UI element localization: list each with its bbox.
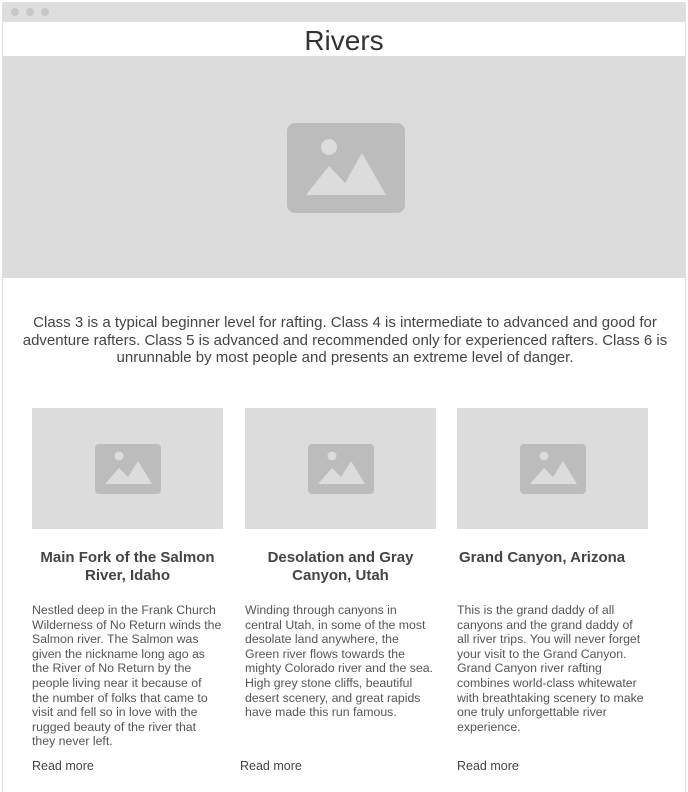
window-close-dot[interactable] [11, 8, 19, 16]
image-placeholder-icon [95, 444, 161, 494]
read-more-link[interactable]: Read more [240, 759, 302, 773]
image-placeholder-icon [287, 123, 405, 213]
window-titlebar [3, 2, 685, 22]
intro-text: Class 3 is a typical beginner level for … [22, 314, 668, 366]
river-card-salmon: Main Fork of the Salmon River, Idaho Nes… [32, 408, 224, 773]
card-title: Desolation and Gray Canyon, Utah [267, 549, 414, 584]
card-title: Grand Canyon, Arizona [459, 549, 626, 566]
hero-image [3, 56, 685, 278]
window-minimize-dot[interactable] [26, 8, 34, 16]
browser-window: Rivers Class 3 is a typical beginner lev… [2, 2, 686, 792]
river-card-desolation: Desolation and Gray Canyon, Utah Winding… [240, 408, 437, 773]
image-placeholder-icon [308, 444, 374, 494]
window-maximize-dot[interactable] [41, 8, 49, 16]
card-image [32, 408, 223, 529]
card-title: Main Fork of the Salmon River, Idaho [40, 549, 215, 584]
image-placeholder-icon [520, 444, 586, 494]
page-title: Rivers [304, 25, 384, 56]
read-more-link[interactable]: Read more [32, 759, 94, 773]
read-more-link[interactable]: Read more [457, 759, 519, 773]
card-image [245, 408, 436, 529]
card-image [457, 408, 648, 529]
card-description: Nestled deep in the Frank Church Wildern… [32, 603, 222, 749]
card-description: Winding through canyons in central Utah,… [245, 603, 433, 720]
card-description: This is the grand daddy of all canyons a… [457, 603, 644, 734]
river-card-grand-canyon: Grand Canyon, Arizona This is the grand … [457, 408, 649, 773]
